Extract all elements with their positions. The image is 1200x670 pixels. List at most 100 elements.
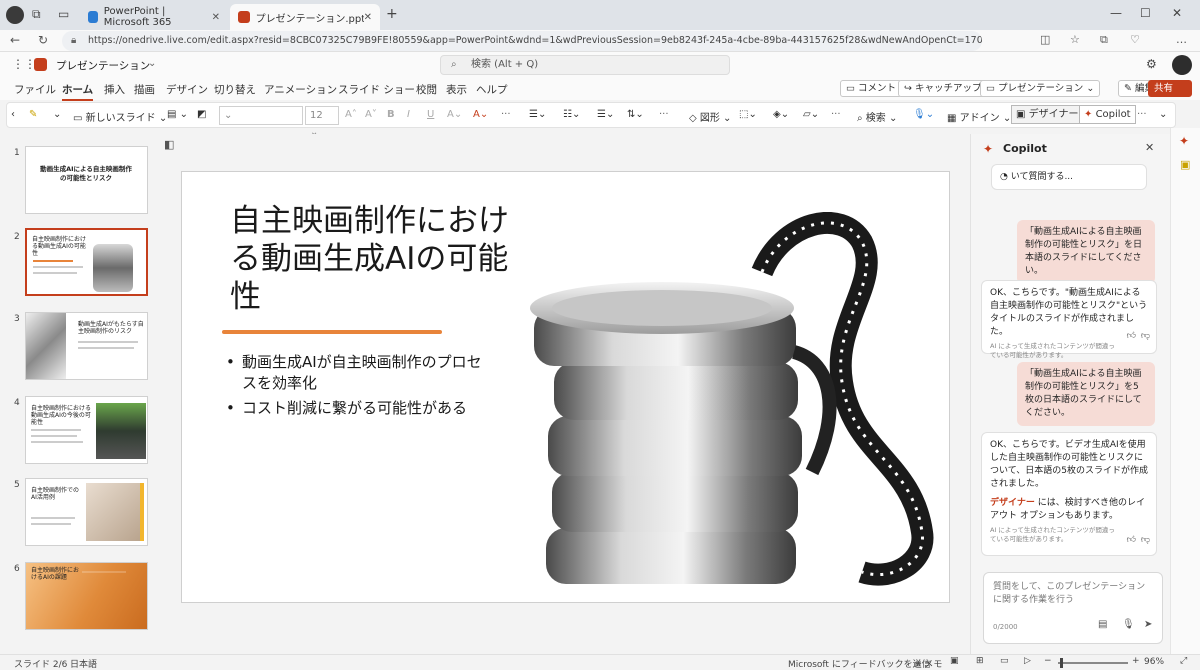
align-icon[interactable]: ☰⌄ (597, 109, 614, 120)
designer-button[interactable]: ▣ デザイナー (1011, 105, 1084, 124)
ribbon-options-icon[interactable]: ⌄ (1159, 109, 1167, 120)
layout-button[interactable]: ▤ ⌄ (167, 109, 188, 120)
workspaces-icon[interactable]: ⧉ (32, 7, 41, 22)
share-button[interactable]: 共有 (1148, 80, 1192, 97)
designer-rail-icon[interactable]: ▣ (1180, 158, 1190, 171)
catchup-button[interactable]: ↪ キャッチアップ (898, 80, 988, 97)
close-copilot-icon[interactable]: ✕ (1145, 141, 1154, 154)
zoom-in-icon[interactable]: + (1132, 656, 1140, 666)
send-icon[interactable]: ➤ (1144, 619, 1152, 630)
thumbnail-slide-6[interactable]: 自主映画制作におけるAIの課題 (25, 562, 148, 630)
more-icon[interactable]: … (1176, 33, 1187, 46)
slideshow-view-icon[interactable]: ▷ (1024, 656, 1031, 666)
menu-transitions[interactable]: 切り替え (214, 82, 256, 97)
language-indicator[interactable]: 日本語 (70, 657, 97, 670)
bold-icon[interactable]: B (387, 109, 395, 120)
thumbs-down-icon[interactable]: 👎︎ (1141, 534, 1150, 547)
more-font-options-icon[interactable]: ··· (501, 109, 511, 120)
designer-link[interactable]: デザイナー (990, 498, 1035, 508)
menu-help[interactable]: ヘルプ (476, 82, 508, 97)
underline-icon[interactable]: U (427, 109, 434, 120)
close-tab-icon[interactable]: ✕ (364, 12, 372, 23)
search-box[interactable]: ⌕ 検索 (Alt + Q) (440, 55, 730, 75)
menu-review[interactable]: 校閲 (416, 82, 437, 97)
copilot-rail-icon[interactable]: ✦ (1179, 134, 1189, 148)
slide-canvas[interactable]: 自主映画制作における動画生成AIの可能性 動画生成AIが自主映画制作のプロセスを… (181, 171, 950, 603)
font-size-field[interactable]: 12 ⌄ (305, 106, 339, 138)
menu-file[interactable]: ファイル (14, 82, 56, 97)
fit-to-window-icon[interactable]: ⤢ (1180, 656, 1187, 666)
font-name-field[interactable]: ⌄ (219, 106, 303, 125)
menu-animations[interactable]: アニメーション (264, 82, 337, 97)
copilot-input-box[interactable]: 質問をして、このプレゼンテーションに関する作業を行う 0/2000 ▤ 🎙︎ ➤ (983, 572, 1163, 644)
shrink-font-icon[interactable]: A˅ (365, 109, 377, 120)
menu-draw[interactable]: 描画 (134, 82, 155, 97)
microphone-icon[interactable]: 🎙︎ (1122, 619, 1135, 630)
minimize-icon[interactable]: — (1110, 6, 1122, 20)
italic-icon[interactable]: I (407, 109, 410, 120)
numbering-icon[interactable]: ☷⌄ (563, 109, 580, 120)
new-slide-button[interactable]: ▭ 新しいスライド ⌄ (73, 109, 167, 124)
arrange-icon[interactable]: ⬚⌄ (739, 109, 757, 120)
back-icon[interactable]: ← (10, 33, 20, 47)
menu-view[interactable]: 表示 (446, 82, 467, 97)
profile-avatar[interactable] (6, 6, 24, 24)
thumbnail-slide-5[interactable]: 自主映画制作でのAI活用例 (25, 478, 148, 546)
addins-button[interactable]: ▦ アドイン ⌄ (947, 109, 1011, 124)
shape-fill-icon[interactable]: ◈⌄ (773, 109, 789, 120)
close-window-icon[interactable]: ✕ (1172, 6, 1182, 20)
thumbs-up-icon[interactable]: 👍︎ (1127, 330, 1136, 343)
zoom-slider-thumb[interactable] (1060, 658, 1063, 668)
tab-actions-icon[interactable]: ▭ (58, 7, 69, 21)
refresh-icon[interactable]: ↻ (38, 33, 48, 47)
normal-view-icon[interactable]: ▣ (950, 656, 959, 666)
thumbnail-slide-4[interactable]: 自主映画制作における動画生成AIの今後の可能性 (25, 396, 148, 464)
more-paragraph-icon[interactable]: ··· (659, 109, 669, 120)
sorter-view-icon[interactable]: ⊞ (976, 656, 984, 666)
thumbnail-slide-2[interactable]: 自主映画制作における動画生成AIの可能性 (25, 228, 148, 296)
maximize-icon[interactable]: ☐ (1140, 6, 1151, 20)
more-drawing-icon[interactable]: ··· (831, 109, 841, 120)
slide-title[interactable]: 自主映画制作における動画生成AIの可能性 (230, 202, 510, 316)
comment-button[interactable]: ▭ コメント (840, 80, 903, 97)
menu-slideshow[interactable]: スライド ショー (338, 82, 415, 97)
shapes-button[interactable]: ◇ 図形 ⌄ (689, 109, 731, 124)
feedback-link[interactable]: Microsoft にフィードバックを送信 (788, 657, 931, 670)
menu-insert[interactable]: 挿入 (104, 82, 125, 97)
copilot-button[interactable]: ✦ Copilot (1079, 105, 1136, 124)
dictate-icon[interactable]: 🎙︎⌄ (913, 109, 934, 120)
favorites-icon[interactable]: ☆ (1070, 33, 1080, 46)
menu-home[interactable]: ホーム (62, 82, 94, 101)
menu-design[interactable]: デザイン (166, 82, 208, 97)
tab-presentation[interactable]: プレゼンテーション.pptx - Microsoft P ✕ (230, 4, 380, 30)
format-painter-icon[interactable]: ✎ (29, 109, 37, 120)
reset-slide-icon[interactable]: ◩ (197, 109, 206, 120)
thumbs-up-icon[interactable]: 👍︎ (1127, 534, 1136, 547)
thumbs-down-icon[interactable]: 👎︎ (1141, 330, 1150, 343)
shape-outline-icon[interactable]: ▱⌄ (803, 109, 819, 120)
clipboard-chevron-icon[interactable]: ⌄ (53, 109, 61, 120)
account-avatar[interactable] (1172, 55, 1192, 75)
panel-toggle-icon[interactable]: ◧ (164, 138, 174, 151)
zoom-slider[interactable] (1058, 658, 1128, 668)
url-field[interactable]: 🔒︎ https://onedrive.live.com/edit.aspx?r… (62, 31, 982, 51)
film-reels-image[interactable] (512, 212, 950, 592)
browser-extensions-icon[interactable]: ♡ (1130, 33, 1140, 46)
grow-font-icon[interactable]: A˄ (345, 109, 357, 120)
reading-view-icon[interactable]: ▭ (1000, 656, 1009, 666)
text-style-icon[interactable]: A⌄ (447, 109, 462, 120)
present-button[interactable]: ▭ プレゼンテーション ⌄ (980, 80, 1101, 97)
app-launcher-icon[interactable]: ⋮⋮ (12, 57, 36, 71)
prompt-guide-icon[interactable]: ▤ (1098, 619, 1107, 630)
bullets-icon[interactable]: ☰⌄ (529, 109, 546, 120)
close-tab-icon[interactable]: ✕ (212, 12, 220, 23)
ribbon-scroll-left-icon[interactable]: ‹ (11, 109, 15, 120)
text-direction-icon[interactable]: ⇅⌄ (627, 109, 644, 120)
more-ribbon-icon[interactable]: ··· (1137, 109, 1147, 120)
font-color-icon[interactable]: A⌄ (473, 109, 488, 120)
zoom-out-icon[interactable]: − (1044, 656, 1052, 666)
thumbnail-slide-1[interactable]: 動画生成AIによる自主映画制作の可能性とリスク (25, 146, 148, 214)
thumbnail-slide-3[interactable]: 動画生成AIがもたらす自主映画制作のリスク (25, 312, 148, 380)
collections-icon[interactable]: ⧉ (1100, 33, 1108, 47)
settings-gear-icon[interactable]: ⚙ (1146, 57, 1157, 71)
